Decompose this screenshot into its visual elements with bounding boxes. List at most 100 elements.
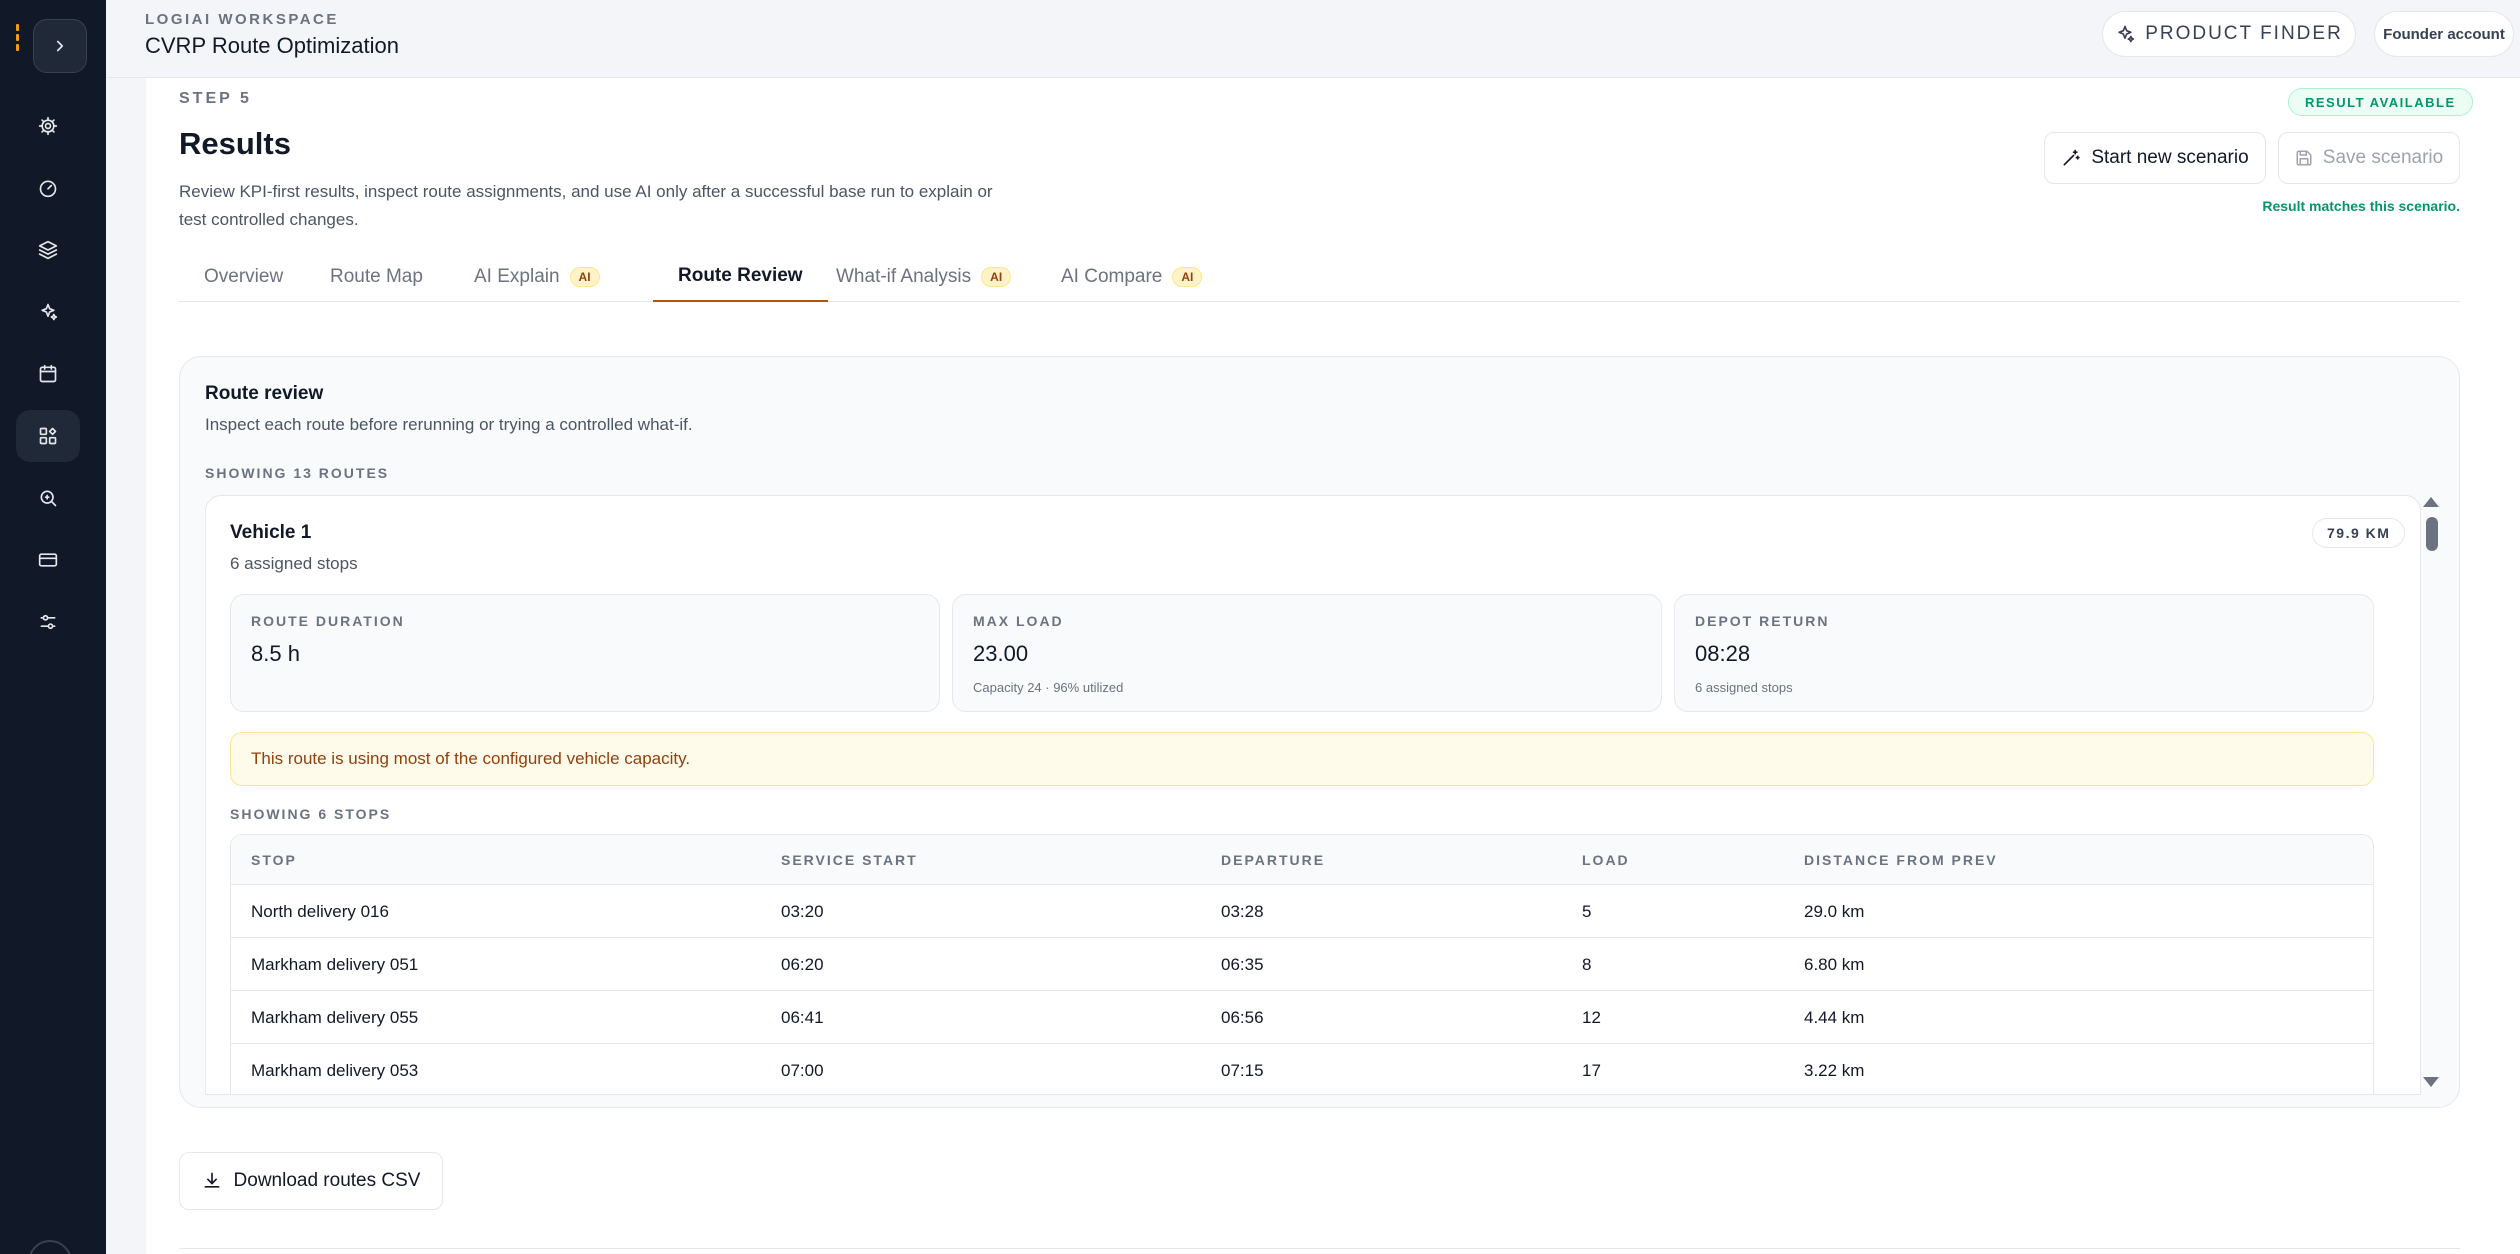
cell-stop: Markham delivery 053 [251, 1060, 419, 1080]
cell-departure: 06:56 [1221, 1007, 1264, 1027]
scroll-up-arrow-icon[interactable] [2423, 497, 2439, 507]
match-note: Result matches this scenario. [2262, 198, 2460, 214]
scroll-thumb[interactable] [2426, 517, 2438, 551]
tab-ai-explain[interactable]: AI Explain AI [449, 252, 625, 302]
save-scenario-label: Save scenario [2322, 147, 2444, 168]
stat-value: 08:28 [1695, 641, 1751, 666]
widgets-icon [39, 427, 57, 445]
start-new-scenario-button[interactable]: Start new scenario [2044, 132, 2266, 184]
cell-departure: 07:15 [1221, 1060, 1264, 1080]
cell-load: 5 [1582, 901, 1592, 921]
sidebar [0, 0, 106, 1254]
cell-load: 12 [1582, 1007, 1601, 1027]
vehicle-name: Vehicle 1 [230, 522, 312, 543]
cell-service-start: 03:20 [781, 901, 824, 921]
column-header-stop: STOP [251, 852, 297, 868]
cell-stop: Markham delivery 055 [251, 1007, 419, 1027]
tab-route-map[interactable]: Route Map [305, 252, 448, 302]
tab-what-if-analysis[interactable]: What-if Analysis AI [811, 252, 1036, 302]
status-badge: RESULT AVAILABLE [2288, 88, 2473, 116]
brand-mark [16, 24, 20, 54]
tab-ai-compare[interactable]: AI Compare AI [1036, 252, 1227, 302]
tab-label: Route Map [330, 266, 423, 287]
stat-route-duration: ROUTE DURATION 8.5 h [230, 594, 940, 712]
sidebar-expand-button[interactable] [33, 19, 87, 73]
capacity-warning: This route is using most of the configur… [230, 732, 2374, 786]
sidebar-item-calendar[interactable] [16, 348, 80, 400]
workspace-label: LOGIAI WORKSPACE [145, 11, 339, 28]
stat-label: DEPOT RETURN [1695, 613, 1830, 629]
save-scenario-button[interactable]: Save scenario [2278, 132, 2460, 184]
ai-analytics-icon [40, 490, 57, 507]
cell-load: 8 [1582, 954, 1592, 974]
table-header: STOP SERVICE START DEPARTURE LOAD DISTAN… [231, 835, 2373, 885]
stops-table: STOP SERVICE START DEPARTURE LOAD DISTAN… [230, 834, 2374, 1094]
calendar-icon [39, 364, 57, 383]
sidebar-item-layers[interactable] [16, 224, 80, 276]
section-title: Route review [205, 383, 324, 404]
topbar: LOGIAI WORKSPACE CVRP Route Optimization… [106, 0, 2520, 78]
tab-label: What-if Analysis [836, 266, 972, 287]
tab-overview[interactable]: Overview [179, 252, 308, 302]
vehicle-stops-summary: 6 assigned stops [230, 554, 358, 573]
account-button[interactable]: Founder account [2374, 11, 2514, 57]
sidebar-item-dashboard[interactable] [16, 162, 80, 214]
page-description: Review KPI-first results, inspect route … [179, 182, 993, 229]
sidebar-item-optimization[interactable] [16, 410, 80, 462]
cell-stop: Markham delivery 051 [251, 954, 419, 974]
chevron-right-icon [56, 40, 64, 52]
stat-value: 23.00 [973, 641, 1029, 666]
sidebar-item-ai[interactable] [16, 286, 80, 338]
cell-departure: 03:28 [1221, 901, 1264, 921]
cell-distance: 29.0 km [1804, 901, 1865, 921]
sidebar-item-preferences[interactable] [16, 596, 80, 648]
sliders-icon [40, 614, 56, 630]
sidebar-item-settings[interactable] [16, 100, 80, 152]
cell-service-start: 06:20 [781, 954, 824, 974]
gauge-icon [39, 180, 57, 198]
ai-badge: AI [981, 267, 1012, 287]
stat-value: 8.5 h [251, 641, 300, 666]
sidebar-item-ai-analytics[interactable] [16, 472, 80, 524]
cell-stop: North delivery 016 [251, 901, 389, 921]
stops-count: SHOWING 6 STOPS [230, 806, 392, 822]
ai-badge: AI [569, 267, 600, 287]
table-row: Markham delivery 055 06:41 06:56 12 4.44… [231, 991, 2373, 1044]
vehicle-route-card: Vehicle 1 6 assigned stops 79.9 KM ROUTE… [205, 495, 2421, 1095]
credit-card-icon [38, 553, 58, 567]
table-row: Markham delivery 051 06:20 06:35 8 6.80 … [231, 938, 2373, 991]
product-finder-button[interactable]: PRODUCT FINDER [2102, 11, 2356, 57]
avatar[interactable] [28, 1240, 72, 1254]
cell-service-start: 06:41 [781, 1007, 824, 1027]
stat-label: ROUTE DURATION [251, 613, 405, 629]
main-content: STEP 5 Results Review KPI-first results,… [146, 78, 2520, 1254]
tab-route-review[interactable]: Route Review [653, 252, 828, 302]
divider [179, 1248, 2460, 1249]
layers-icon [38, 240, 58, 260]
table-row: Markham delivery 053 07:00 07:15 17 3.22… [231, 1044, 2373, 1094]
download-routes-csv-button[interactable]: Download routes CSV [179, 1152, 443, 1210]
sparkles-icon [2118, 25, 2135, 43]
ai-badge: AI [1172, 267, 1203, 287]
settings-icon [38, 116, 58, 136]
start-new-scenario-label: Start new scenario [2091, 147, 2249, 168]
scroll-down-arrow-icon[interactable] [2423, 1077, 2439, 1087]
tab-label: Overview [204, 266, 284, 287]
cell-distance: 4.44 km [1804, 1007, 1865, 1027]
stat-note: 6 assigned stops [1695, 680, 1793, 695]
routes-scrollbar[interactable] [2423, 497, 2439, 1097]
cell-service-start: 07:00 [781, 1060, 824, 1080]
sidebar-item-billing[interactable] [16, 534, 80, 586]
magic-wand-icon [2063, 149, 2081, 166]
column-header-service-start: SERVICE START [781, 852, 918, 868]
stat-label: MAX LOAD [973, 613, 1064, 629]
download-icon [204, 1172, 220, 1188]
route-review-panel: Route review Inspect each route before r… [179, 356, 2460, 1108]
sparkles-icon [41, 303, 58, 321]
cell-distance: 6.80 km [1804, 954, 1865, 974]
tab-label: Route Review [678, 265, 803, 286]
save-icon [2296, 150, 2312, 166]
results-tabs: Overview Route Map AI Explain AI Route R… [179, 252, 2460, 302]
stat-note: Capacity 24 · 96% utilized [973, 680, 1124, 695]
step-label: STEP 5 [179, 90, 252, 107]
